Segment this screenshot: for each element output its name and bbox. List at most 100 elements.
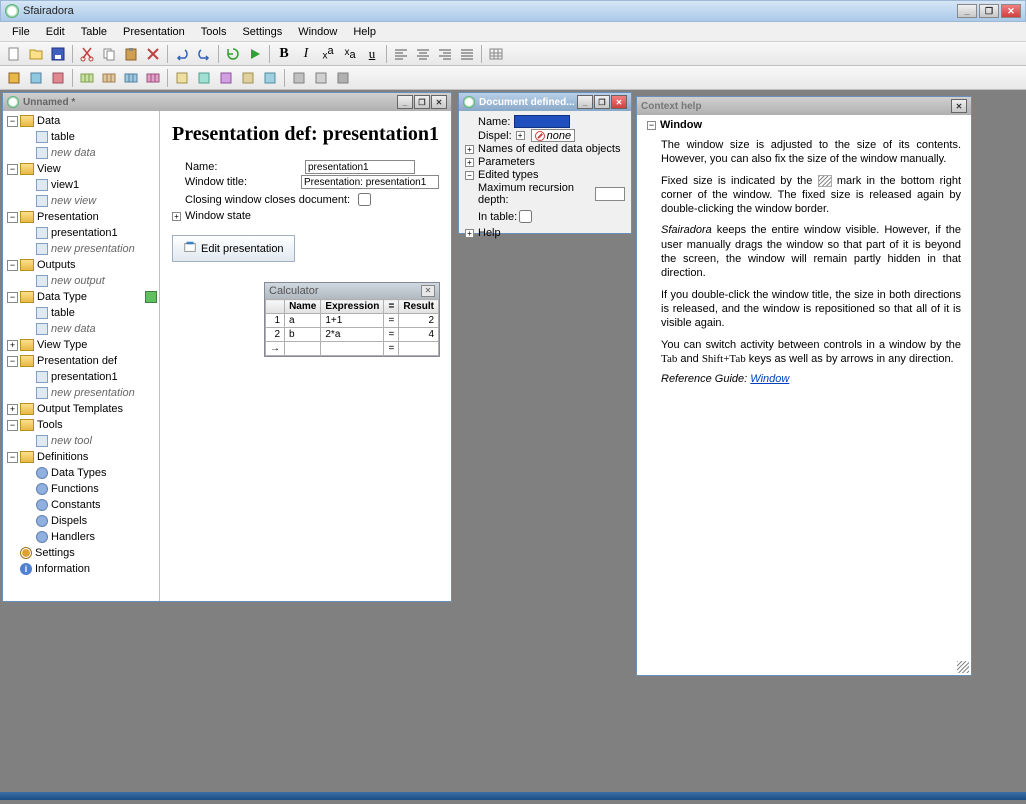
run-icon[interactable] bbox=[245, 44, 265, 64]
resize-grip-icon[interactable] bbox=[957, 661, 969, 673]
prop-closing-checkbox[interactable] bbox=[358, 193, 371, 206]
save-icon[interactable] bbox=[48, 44, 68, 64]
tree-outputs[interactable]: −Outputs bbox=[5, 257, 157, 273]
tool-icon-3[interactable] bbox=[48, 68, 68, 88]
menu-edit[interactable]: Edit bbox=[38, 24, 73, 40]
tree-newpresentation[interactable]: new presentation bbox=[5, 241, 157, 257]
tree-datatype-newdata[interactable]: new data bbox=[5, 321, 157, 337]
new-file-icon[interactable] bbox=[4, 44, 24, 64]
window-unnamed-titlebar[interactable]: Unnamed * _ ❐ ✕ bbox=[3, 93, 451, 111]
superscript-icon[interactable]: xa bbox=[318, 44, 338, 64]
tree-datatypes[interactable]: Data Types bbox=[5, 465, 157, 481]
table-icon[interactable] bbox=[486, 44, 506, 64]
tool-icon-11[interactable] bbox=[238, 68, 258, 88]
doc-dispel-value[interactable]: none bbox=[531, 129, 575, 142]
underline-icon[interactable]: u bbox=[362, 44, 382, 64]
prop-state-label[interactable]: Window state bbox=[185, 210, 251, 222]
calc-col-expr[interactable]: Expression bbox=[321, 300, 384, 314]
tool-icon-4[interactable] bbox=[77, 68, 97, 88]
doc-names-expand[interactable]: + bbox=[465, 145, 474, 154]
tool-icon-10[interactable] bbox=[216, 68, 236, 88]
help-reference-link[interactable]: Window bbox=[750, 373, 789, 385]
prop-name-input[interactable] bbox=[305, 160, 415, 174]
tree-datatype[interactable]: −Data Type bbox=[5, 289, 157, 305]
open-icon[interactable] bbox=[26, 44, 46, 64]
tool-icon-14[interactable] bbox=[311, 68, 331, 88]
tool-icon-15[interactable] bbox=[333, 68, 353, 88]
italic-icon[interactable]: I bbox=[296, 44, 316, 64]
menu-file[interactable]: File bbox=[4, 24, 38, 40]
calculator-table[interactable]: NameExpression=Result 1a1+1=2 2b2*a=4 →= bbox=[265, 299, 439, 356]
cut-icon[interactable] bbox=[77, 44, 97, 64]
doc-params-expand[interactable]: + bbox=[465, 158, 474, 167]
calc-col-eq[interactable]: = bbox=[384, 300, 399, 314]
window-help-close[interactable]: ✕ bbox=[951, 99, 967, 113]
tree-outtpl[interactable]: +Output Templates bbox=[5, 401, 157, 417]
tree-view1[interactable]: view1 bbox=[5, 177, 157, 193]
help-body[interactable]: −Window The window size is adjusted to t… bbox=[637, 115, 971, 675]
tree-presentation[interactable]: −Presentation bbox=[5, 209, 157, 225]
doc-dispel-expand[interactable]: + bbox=[516, 131, 525, 140]
tree-functions[interactable]: Functions bbox=[5, 481, 157, 497]
tool-icon-2[interactable] bbox=[26, 68, 46, 88]
window-docdef-minimize[interactable]: _ bbox=[577, 95, 593, 109]
tool-icon-13[interactable] bbox=[289, 68, 309, 88]
bold-icon[interactable]: B bbox=[274, 44, 294, 64]
restore-button[interactable]: ❐ bbox=[979, 4, 999, 18]
menu-settings[interactable]: Settings bbox=[234, 24, 290, 40]
window-help-titlebar[interactable]: Context help ✕ bbox=[637, 97, 971, 115]
tree-viewtype[interactable]: +View Type bbox=[5, 337, 157, 353]
close-button[interactable]: ✕ bbox=[1001, 4, 1021, 18]
tool-icon-7[interactable] bbox=[143, 68, 163, 88]
help-section-collapse[interactable]: − bbox=[647, 121, 656, 130]
doc-intable-checkbox[interactable] bbox=[519, 210, 532, 223]
refresh-icon[interactable] bbox=[223, 44, 243, 64]
prop-wtitle-input[interactable] bbox=[301, 175, 439, 189]
tree-view[interactable]: −View bbox=[5, 161, 157, 177]
tree-presdef[interactable]: −Presentation def bbox=[5, 353, 157, 369]
tree-handlers[interactable]: Handlers bbox=[5, 529, 157, 545]
doc-types-label[interactable]: Edited types bbox=[478, 169, 539, 181]
window-docdef-titlebar[interactable]: Document defined... _ ❐ ✕ bbox=[459, 93, 631, 111]
tool-icon-1[interactable] bbox=[4, 68, 24, 88]
doc-name-input[interactable] bbox=[514, 115, 570, 128]
align-left-icon[interactable] bbox=[391, 44, 411, 64]
tree-information[interactable]: iInformation bbox=[5, 561, 157, 577]
tool-icon-9[interactable] bbox=[194, 68, 214, 88]
doc-maxrec-input[interactable] bbox=[595, 187, 625, 201]
tool-icon-8[interactable] bbox=[172, 68, 192, 88]
calculator-close[interactable]: ✕ bbox=[421, 285, 435, 297]
tree-newview[interactable]: new view bbox=[5, 193, 157, 209]
menu-table[interactable]: Table bbox=[73, 24, 115, 40]
tree-data[interactable]: −Data bbox=[5, 113, 157, 129]
calc-arrow-icon[interactable]: → bbox=[266, 342, 285, 356]
copy-icon[interactable] bbox=[99, 44, 119, 64]
tool-icon-12[interactable] bbox=[260, 68, 280, 88]
doc-params-label[interactable]: Parameters bbox=[478, 156, 535, 168]
minimize-button[interactable]: _ bbox=[957, 4, 977, 18]
menu-tools[interactable]: Tools bbox=[193, 24, 235, 40]
redo-icon[interactable] bbox=[194, 44, 214, 64]
calc-col-name[interactable]: Name bbox=[285, 300, 321, 314]
menu-help[interactable]: Help bbox=[345, 24, 384, 40]
edit-presentation-button[interactable]: Edit presentation bbox=[172, 235, 295, 262]
doc-types-expand[interactable]: − bbox=[465, 171, 474, 180]
tree-tools[interactable]: −Tools bbox=[5, 417, 157, 433]
subscript-icon[interactable]: xa bbox=[340, 44, 360, 64]
tree-newtool[interactable]: new tool bbox=[5, 433, 157, 449]
tool-icon-5[interactable] bbox=[99, 68, 119, 88]
window-docdef-maximize[interactable]: ❐ bbox=[594, 95, 610, 109]
tool-icon-6[interactable] bbox=[121, 68, 141, 88]
taskbar[interactable] bbox=[0, 792, 1026, 800]
tree-presdef-presentation1[interactable]: presentation1 bbox=[5, 369, 157, 385]
window-unnamed-minimize[interactable]: _ bbox=[397, 95, 413, 109]
doc-help-expand[interactable]: + bbox=[465, 229, 474, 238]
tree-table[interactable]: table bbox=[5, 129, 157, 145]
undo-icon[interactable] bbox=[172, 44, 192, 64]
delete-icon[interactable] bbox=[143, 44, 163, 64]
window-docdef-close[interactable]: ✕ bbox=[611, 95, 627, 109]
tree-presdef-new[interactable]: new presentation bbox=[5, 385, 157, 401]
menu-window[interactable]: Window bbox=[290, 24, 345, 40]
align-right-icon[interactable] bbox=[435, 44, 455, 64]
calculator-window[interactable]: Calculator ✕ NameExpression=Result 1a1+1… bbox=[264, 282, 440, 357]
